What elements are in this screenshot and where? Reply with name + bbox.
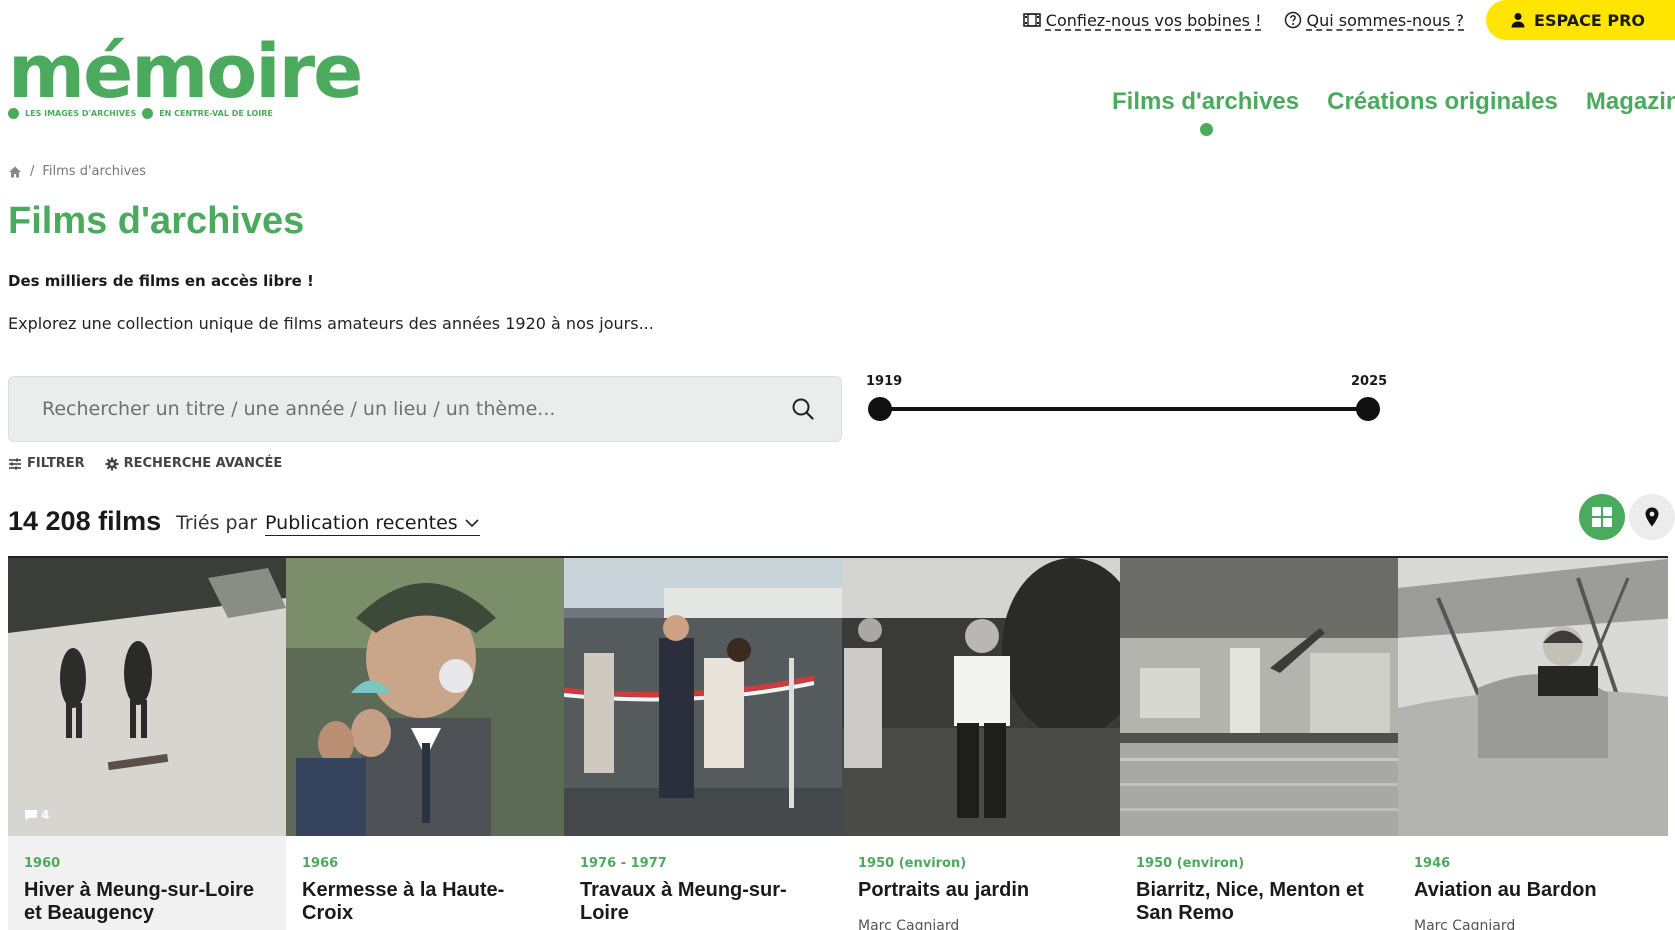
nav-item-magazine[interactable]: Magazine (1586, 88, 1675, 116)
sort-prefix: Triés par (176, 512, 258, 534)
search-icon[interactable] (791, 397, 815, 421)
site-logo[interactable]: mémoire LES IMAGES D'ARCHIVES EN CENTRE-… (8, 29, 363, 119)
film-year: 1950 (environ) (858, 856, 967, 871)
film-year: 1950 (environ) (1136, 856, 1245, 871)
search-input[interactable] (42, 398, 791, 420)
film-year: 1946 (1414, 856, 1451, 871)
bobines-link-label: Confiez-nous vos bobines ! (1045, 10, 1262, 30)
logo-dot-icon (8, 108, 19, 119)
film-thumbnail (1120, 558, 1398, 836)
film-card[interactable]: 1976 - 1977 Travaux à Meung-sur-Loire (564, 558, 842, 930)
year-range-min: 1919 (866, 374, 903, 389)
question-icon (1284, 11, 1301, 29)
sort-value: Publication recentes (265, 512, 458, 534)
film-title[interactable]: Aviation au Bardon (1414, 879, 1652, 902)
film-title[interactable]: Biarritz, Nice, Menton et San Remo (1136, 879, 1382, 925)
page-title: Films d'archives (8, 200, 305, 242)
film-thumbnail-image (1120, 558, 1398, 836)
film-thumbnail-image (842, 558, 1120, 836)
breadcrumb-separator: / (30, 164, 35, 179)
film-year: 1976 - 1977 (580, 856, 667, 871)
film-thumbnail: 4 (8, 558, 286, 836)
film-thumbnail-image (1398, 558, 1668, 836)
top-utility-bar: Confiez-nous vos bobines ! Qui sommes-no… (1022, 0, 1675, 40)
film-title[interactable]: Portraits au jardin (858, 879, 1104, 902)
about-link-label: Qui sommes-nous ? (1306, 10, 1465, 30)
user-icon (1511, 13, 1525, 28)
film-card-body: 1950 (environ) Portraits au jardin Marc … (842, 836, 1120, 930)
film-author: Marc Cagniard (858, 918, 960, 930)
film-grid: 4 1960 Hiver à Meung-sur-Loire et Beauge… (8, 556, 1668, 930)
map-view-button[interactable] (1629, 494, 1675, 540)
film-card-body: 1950 (environ) Biarritz, Nice, Menton et… (1120, 836, 1398, 930)
chevron-down-icon (465, 519, 479, 528)
film-year: 1966 (302, 856, 339, 871)
grid-icon (1592, 507, 1612, 527)
sliders-icon (9, 458, 21, 469)
page-tagline: Des milliers de films en accès libre ! (8, 272, 314, 290)
film-card[interactable]: 1966 Kermesse à la Haute-Croix (286, 558, 564, 930)
film-thumbnail (286, 558, 564, 836)
about-link[interactable]: Qui sommes-nous ? (1284, 10, 1465, 30)
film-thumbnail (564, 558, 842, 836)
results-count: 14 208 films (8, 506, 162, 536)
film-card-body: 1966 Kermesse à la Haute-Croix (286, 836, 564, 930)
nav-item-films-archives[interactable]: Films d'archives (1112, 88, 1299, 136)
film-title[interactable]: Travaux à Meung-sur-Loire (580, 879, 826, 925)
page-intro: Explorez une collection unique de films … (8, 314, 654, 333)
bobines-link[interactable]: Confiez-nous vos bobines ! (1022, 10, 1262, 30)
film-thumbnail-image (286, 558, 564, 836)
film-thumbnail-image (8, 558, 286, 836)
sort-control: Triés par Publication recentes (176, 512, 480, 536)
breadcrumb-current: Films d'archives (42, 164, 147, 179)
filter-button[interactable]: FILTRER (8, 456, 85, 471)
espace-pro-label: ESPACE PRO (1534, 10, 1645, 30)
filter-bar: FILTRER RECHERCHE AVANCÉE (8, 456, 282, 471)
year-range-min-handle[interactable] (868, 397, 892, 421)
search-box (8, 376, 842, 442)
film-year: 1960 (24, 856, 61, 871)
film-card[interactable]: 1950 (environ) Portraits au jardin Marc … (842, 558, 1120, 930)
film-card-body: 1960 Hiver à Meung-sur-Loire et Beaugenc… (8, 836, 286, 930)
logo-tag-right: EN CENTRE-VAL DE LOIRE (159, 109, 273, 118)
film-card-body: 1976 - 1977 Travaux à Meung-sur-Loire (564, 836, 842, 930)
logo-tag-left: LES IMAGES D'ARCHIVES (25, 109, 137, 118)
map-pin-icon (1645, 507, 1659, 527)
film-card[interactable]: 4 1960 Hiver à Meung-sur-Loire et Beauge… (8, 558, 286, 930)
film-card[interactable]: 1946 Aviation au Bardon Marc Cagniard (1398, 558, 1668, 930)
comment-icon (25, 809, 37, 821)
grid-view-button[interactable] (1579, 494, 1625, 540)
logo-dot-icon (142, 108, 154, 119)
year-range-max-handle[interactable] (1356, 397, 1380, 421)
film-title[interactable]: Kermesse à la Haute-Croix (302, 879, 548, 925)
sort-select[interactable]: Publication recentes (265, 512, 480, 536)
film-thumbnail (1398, 558, 1668, 836)
filter-label: FILTRER (27, 456, 85, 471)
film-title[interactable]: Hiver à Meung-sur-Loire et Beaugency (24, 879, 270, 925)
advanced-search-button[interactable]: RECHERCHE AVANCÉE (105, 456, 283, 471)
year-range-max: 2025 (1351, 374, 1388, 389)
main-nav: Films d'archives Créations originales Ma… (1112, 88, 1675, 136)
espace-pro-button[interactable]: ESPACE PRO (1486, 0, 1675, 40)
film-author: Marc Cagniard (1414, 918, 1516, 930)
film-icon (1022, 13, 1041, 27)
gear-icon (105, 457, 119, 470)
comment-count-value: 4 (41, 808, 50, 822)
home-icon[interactable] (8, 165, 22, 179)
nav-item-creations-originales[interactable]: Créations originales (1327, 88, 1558, 116)
film-card-body: 1946 Aviation au Bardon Marc Cagniard (1398, 836, 1668, 930)
breadcrumb: / Films d'archives (8, 164, 146, 179)
film-card[interactable]: 1950 (environ) Biarritz, Nice, Menton et… (1120, 558, 1398, 930)
film-thumbnail (842, 558, 1120, 836)
comment-count: 4 (24, 808, 49, 822)
logo-wordmark: mémoire (8, 29, 363, 115)
film-thumbnail-image (564, 558, 842, 836)
advanced-search-label: RECHERCHE AVANCÉE (123, 456, 283, 471)
year-range-track[interactable] (880, 407, 1368, 411)
